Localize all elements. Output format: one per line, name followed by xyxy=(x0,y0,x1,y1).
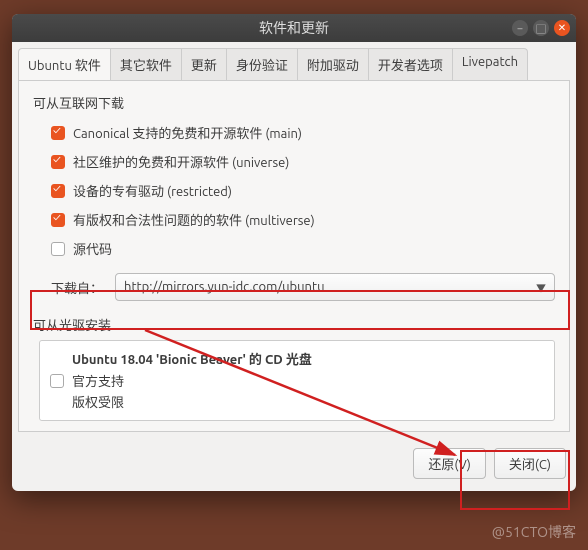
checkbox-source[interactable] xyxy=(51,242,65,256)
checkbox-main[interactable] xyxy=(51,126,65,140)
tab-developer-options[interactable]: 开发者选项 xyxy=(369,48,453,80)
close-button[interactable]: 关闭(C) xyxy=(494,448,566,479)
label-multiverse: 有版权和合法性问题的的软件 (multiverse) xyxy=(73,210,315,229)
software-updates-window: 软件和更新 – ▢ ✕ Ubuntu 软件 其它软件 更新 身份验证 附加驱动 … xyxy=(12,14,576,491)
checkbox-multiverse[interactable] xyxy=(51,213,65,227)
close-window-button[interactable]: ✕ xyxy=(554,20,570,36)
internet-section-title: 可从互联网下载 xyxy=(33,93,555,112)
window-controls: – ▢ ✕ xyxy=(512,20,570,36)
titlebar: 软件和更新 – ▢ ✕ xyxy=(12,14,576,42)
cdrom-disc-title: Ubuntu 18.04 'Bionic Beaver' 的 CD 光盘 xyxy=(50,349,544,368)
watermark: @51CTO博客 xyxy=(492,522,576,542)
cdrom-official-support: 官方支持 xyxy=(50,370,544,391)
option-main: Canonical 支持的免费和开源软件 (main) xyxy=(33,118,555,147)
option-restricted: 设备的专有驱动 (restricted) xyxy=(33,176,555,205)
label-official-support: 官方支持 xyxy=(72,371,124,390)
checkbox-universe[interactable] xyxy=(51,155,65,169)
tab-other-software[interactable]: 其它软件 xyxy=(111,48,182,80)
mirror-dropdown[interactable]: http://mirrors.yun-idc.com/ubuntu ▼ xyxy=(115,273,555,301)
tab-additional-drivers[interactable]: 附加驱动 xyxy=(298,48,369,80)
revert-button[interactable]: 还原(V) xyxy=(413,448,485,479)
label-restricted: 设备的专有驱动 (restricted) xyxy=(73,181,232,200)
tab-updates[interactable]: 更新 xyxy=(182,48,227,80)
footer: 还原(V) 关闭(C) xyxy=(12,438,576,491)
minimize-button[interactable]: – xyxy=(512,20,528,36)
cdrom-section-title: 可从光驱安装 xyxy=(33,315,555,334)
tab-ubuntu-software[interactable]: Ubuntu 软件 xyxy=(18,48,111,80)
tab-livepatch[interactable]: Livepatch xyxy=(453,48,528,80)
checkbox-official-support[interactable] xyxy=(50,374,64,388)
window-title: 软件和更新 xyxy=(259,18,329,38)
chevron-down-icon: ▼ xyxy=(536,280,546,295)
maximize-button[interactable]: ▢ xyxy=(533,20,549,36)
tabs: Ubuntu 软件 其它软件 更新 身份验证 附加驱动 开发者选项 Livepa… xyxy=(12,42,576,80)
option-universe: 社区维护的免费和开源软件 (universe) xyxy=(33,147,555,176)
checkbox-restricted[interactable] xyxy=(51,184,65,198)
option-multiverse: 有版权和合法性问题的的软件 (multiverse) xyxy=(33,205,555,234)
download-from-label: 下载自： xyxy=(51,278,103,297)
label-source: 源代码 xyxy=(73,239,112,258)
tab-panel: 可从互联网下载 Canonical 支持的免费和开源软件 (main) 社区维护… xyxy=(18,80,570,432)
option-source: 源代码 xyxy=(33,234,555,263)
cdrom-box: Ubuntu 18.04 'Bionic Beaver' 的 CD 光盘 官方支… xyxy=(39,340,555,421)
cdrom-copyright-restricted: 版权受限 xyxy=(50,391,544,412)
download-from-row: 下载自： http://mirrors.yun-idc.com/ubuntu ▼ xyxy=(33,263,555,315)
mirror-value: http://mirrors.yun-idc.com/ubuntu xyxy=(124,280,325,294)
label-copyright-restricted: 版权受限 xyxy=(72,392,124,411)
label-main: Canonical 支持的免费和开源软件 (main) xyxy=(73,123,302,142)
tab-authentication[interactable]: 身份验证 xyxy=(227,48,298,80)
label-universe: 社区维护的免费和开源软件 (universe) xyxy=(73,152,289,171)
